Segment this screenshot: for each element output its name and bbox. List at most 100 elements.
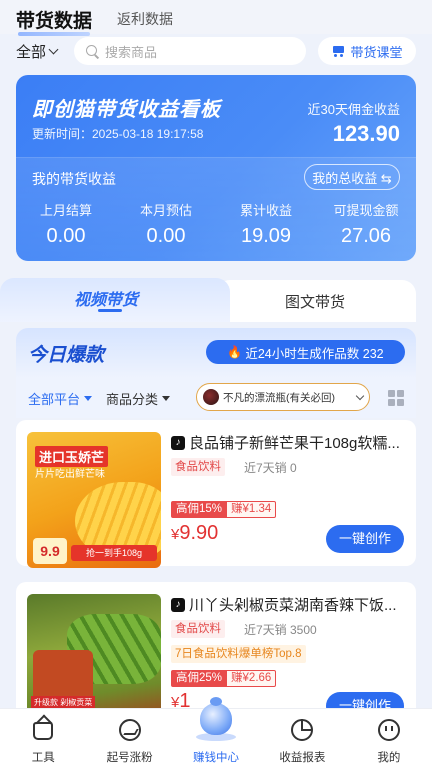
product-title-text: 良品铺子新鲜芒果干108g软糯... [189, 435, 400, 452]
cart-icon [331, 45, 345, 57]
commission-earn: 赚¥2.66 [227, 670, 277, 687]
product-card[interactable]: 进口玉娇芒 片片吃出鲜芒味 9.9 抢一到手108g ♪ 良品铺子新鲜芒果干10… [16, 420, 416, 568]
commission-tag: 高佣25% 赚¥2.66 [171, 670, 277, 687]
course-button[interactable]: 带货课堂 [318, 37, 416, 65]
price-value: 9.90 [179, 522, 219, 544]
active-tab-underline [98, 309, 122, 312]
sales-7d: 近7天销 3500 [244, 623, 317, 637]
filter-bar: 全部 搜索商品 带货课堂 [0, 34, 432, 68]
fire-icon: 🔥 [227, 345, 243, 359]
stat-last-month: 上月结算 0.00 [16, 200, 116, 248]
product-thumbnail[interactable]: 升级款 剁椒贡菜 [27, 594, 161, 708]
top-tab-bar: 带货数据 返利数据 [0, 0, 432, 36]
my-income-label: 我的带货收益 [32, 171, 116, 187]
commission-30d-value: 123.90 [332, 121, 400, 146]
pie-chart-icon [291, 719, 314, 741]
home-icon [33, 722, 54, 740]
nav-tools[interactable]: 工具 [0, 709, 86, 768]
total-income-button[interactable]: 我的总收益 ⇆ [304, 164, 400, 190]
nav-label: 我的 [377, 752, 401, 764]
category-tag: 食品饮料 [171, 620, 225, 638]
stat-value: 27.06 [340, 225, 392, 247]
tab-rebate-data[interactable]: 返利数据 [117, 9, 173, 29]
nav-money-center[interactable]: 赚钱中心 [173, 697, 259, 768]
product-card[interactable]: 升级款 剁椒贡菜 ♪ 川丫头剁椒贡菜湖南香辣下饭... 食品饮料 近7天销 35… [16, 582, 416, 708]
stat-value: 0.00 [146, 225, 186, 247]
thumb-headline: 进口玉娇芒 [35, 446, 109, 467]
course-button-label: 带货课堂 [350, 44, 403, 60]
search-input[interactable]: 搜索商品 [74, 37, 306, 65]
triangle-down-icon [84, 396, 93, 401]
price-value: 1 [179, 690, 191, 708]
nav-label: 起号涨粉 [106, 752, 153, 764]
account-selector[interactable]: 不凡的漂流瓶(有关必回) [196, 383, 370, 411]
douyin-icon: ♪ [171, 597, 185, 612]
trend-icon [118, 719, 141, 741]
thumb-subline: 片片吃出鲜芒味 [35, 469, 105, 480]
product-title: ♪ 良品铺子新鲜芒果干108g软糯... [171, 432, 405, 453]
money-bag-icon [194, 695, 238, 747]
create-button[interactable]: 一键创作 [326, 525, 404, 553]
platform-filter[interactable]: 全部平台 [28, 389, 93, 408]
stat-label: 累计收益 [239, 203, 292, 218]
rank-tag: 7日食品饮料爆单榜Top.8 [171, 645, 306, 663]
douyin-icon: ♪ [171, 435, 185, 450]
income-stats: 上月结算 0.00 本月预估 0.00 累计收益 19.09 可提现金额 27.… [16, 200, 416, 248]
works-count-text: 近24小时生成作品数 232 [245, 346, 384, 361]
nav-grow-fans[interactable]: 起号涨粉 [86, 709, 172, 768]
product-title-text: 川丫头剁椒贡菜湖南香辣下饭... [189, 597, 397, 614]
triangle-down-icon [162, 396, 171, 401]
product-price: ¥1 [171, 690, 190, 708]
commission-rate: 高佣25% [171, 670, 228, 687]
category-filter[interactable]: 商品分类 [106, 389, 171, 408]
stat-value: 0.00 [46, 225, 86, 247]
update-time: 更新时间：2025-03-18 19:17:58 [32, 127, 204, 141]
tab-sales-data-label: 带货数据 [16, 11, 93, 32]
product-filters: 全部平台 商品分类 不凡的漂流瓶(有关必回) [16, 378, 416, 418]
platform-filter-label: 全部平台 [28, 392, 81, 407]
all-filter-label: 全部 [16, 44, 47, 61]
hot-products-section: 今日爆款 🔥 近24小时生成作品数 232 全部平台 商品分类 不凡的漂流瓶(有… [16, 328, 416, 708]
nav-label: 赚钱中心 [193, 752, 240, 764]
product-price: ¥9.90 [171, 522, 218, 545]
chevron-down-icon [48, 44, 59, 55]
account-name: 不凡的漂流瓶(有关必回) [223, 391, 335, 404]
all-filter-dropdown[interactable]: 全部 [16, 41, 59, 62]
thumb-price: 9.9 [33, 538, 67, 564]
search-placeholder: 搜索商品 [105, 44, 158, 60]
hot-header: 今日爆款 🔥 近24小时生成作品数 232 [16, 328, 416, 378]
product-thumbnail[interactable]: 进口玉娇芒 片片吃出鲜芒味 9.9 抢一到手108g [27, 432, 161, 568]
create-button[interactable]: 一键创作 [326, 692, 404, 708]
thumb-label: 升级款 剁椒贡菜 [31, 696, 96, 708]
profile-icon [377, 719, 400, 741]
content-panel: 视频带货 图文带货 今日爆款 🔥 近24小时生成作品数 232 全部平台 商品分… [0, 278, 432, 708]
dashboard-title: 即创猫带货收益看板 [32, 99, 221, 121]
stat-cumulative: 累计收益 19.09 [216, 200, 316, 248]
nav-me[interactable]: 我的 [346, 709, 432, 768]
tab-video-sales[interactable]: 视频带货 [74, 286, 138, 310]
grid-view-icon[interactable] [388, 390, 404, 406]
avatar [203, 389, 219, 405]
nav-income-report[interactable]: 收益报表 [259, 709, 345, 768]
bottom-nav: 工具 起号涨粉 赚钱中心 收益报表 我的 [0, 697, 432, 768]
nav-label: 工具 [31, 752, 55, 764]
stat-label: 本月预估 [139, 203, 192, 218]
stat-label: 上月结算 [39, 203, 92, 218]
sales-7d: 近7天销 0 [244, 461, 297, 475]
stat-label: 可提现金额 [333, 203, 399, 218]
commission-30d-label: 近30天佣金收益 [307, 102, 400, 117]
commission-tag: 高佣15% 赚¥1.34 [171, 501, 277, 518]
tab-image-text-sales[interactable]: 图文带货 [285, 291, 345, 312]
hot-title: 今日爆款 [28, 345, 105, 366]
tab-sales-data[interactable]: 带货数据 [16, 6, 93, 36]
my-income-section: 我的带货收益 我的总收益 ⇆ 上月结算 0.00 本月预估 0.00 累计收益 … [16, 157, 416, 261]
commission-rate: 高佣15% [171, 501, 228, 518]
thumb-band: 抢一到手108g [71, 545, 157, 561]
category-tag: 食品饮料 [171, 458, 225, 476]
search-icon [86, 44, 99, 58]
nav-label: 收益报表 [279, 752, 326, 764]
stat-value: 19.09 [240, 225, 292, 247]
earnings-dashboard: 即创猫带货收益看板 更新时间：2025-03-18 19:17:58 近30天佣… [16, 75, 416, 261]
chevron-down-icon [355, 391, 365, 400]
stat-this-month: 本月预估 0.00 [116, 200, 216, 248]
